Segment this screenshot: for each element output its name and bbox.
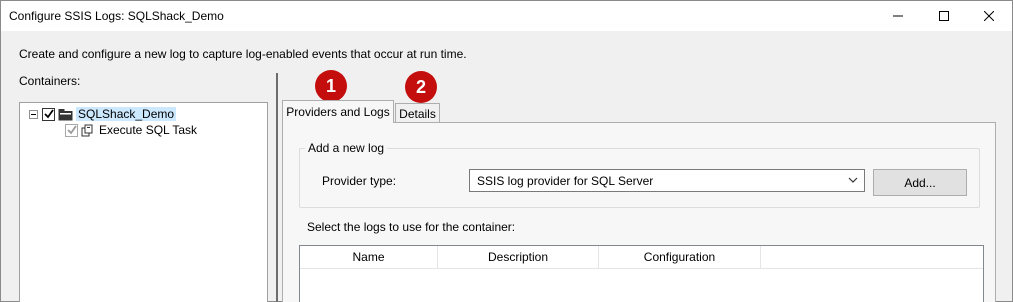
collapse-icon[interactable] xyxy=(29,109,38,119)
provider-type-label: Provider type: xyxy=(322,174,397,188)
tree-node-label: Execute SQL Task xyxy=(99,123,198,137)
minimize-icon xyxy=(893,15,903,17)
checkmark-icon xyxy=(43,109,54,119)
configure-ssis-logs-dialog: Configure SSIS Logs: SQLShack_Demo Creat… xyxy=(0,0,1013,302)
package-checkbox[interactable] xyxy=(42,107,55,121)
tree-node-task[interactable]: Execute SQL Task xyxy=(65,122,197,138)
containers-label: Containers: xyxy=(19,74,81,88)
column-header-description[interactable]: Description xyxy=(438,246,599,269)
tree-node-label: SQLShack_Demo xyxy=(76,107,177,121)
minimize-button[interactable] xyxy=(875,1,921,31)
logs-table[interactable]: Name Description Configuration xyxy=(299,245,984,302)
select-logs-label: Select the logs to use for the container… xyxy=(307,220,516,234)
close-button[interactable] xyxy=(966,1,1012,31)
tree-node-package[interactable]: SQLShack_Demo xyxy=(29,106,177,122)
provider-type-value: SSIS log provider for SQL Server xyxy=(477,173,654,188)
provider-type-select[interactable]: SSIS log provider for SQL Server xyxy=(469,169,865,192)
maximize-button[interactable] xyxy=(921,1,967,31)
callout-badge-2: 2 xyxy=(405,71,437,103)
column-header-configuration[interactable]: Configuration xyxy=(599,246,761,269)
callout-badge-1: 1 xyxy=(315,70,347,102)
add-button[interactable]: Add... xyxy=(873,169,967,196)
maximize-icon xyxy=(939,11,949,21)
package-folder-icon xyxy=(58,108,73,121)
execute-sql-task-icon xyxy=(81,124,96,137)
checkmark-icon xyxy=(66,125,77,135)
tab-providers-and-logs[interactable]: Providers and Logs xyxy=(282,100,394,123)
column-header-name[interactable]: Name xyxy=(300,246,438,269)
column-header-filler xyxy=(761,246,983,269)
window-title: Configure SSIS Logs: SQLShack_Demo xyxy=(9,9,224,23)
close-icon xyxy=(984,11,994,21)
chevron-down-icon xyxy=(848,177,858,183)
task-checkbox[interactable] xyxy=(65,123,78,137)
title-bar: Configure SSIS Logs: SQLShack_Demo xyxy=(1,1,1012,31)
add-log-group-title: Add a new log xyxy=(305,141,388,155)
tab-details[interactable]: Details xyxy=(395,103,440,123)
intro-text: Create and configure a new log to captur… xyxy=(19,47,467,61)
pane-splitter[interactable] xyxy=(276,73,278,302)
containers-tree[interactable]: SQLShack_Demo Execute SQL Task xyxy=(19,102,268,302)
